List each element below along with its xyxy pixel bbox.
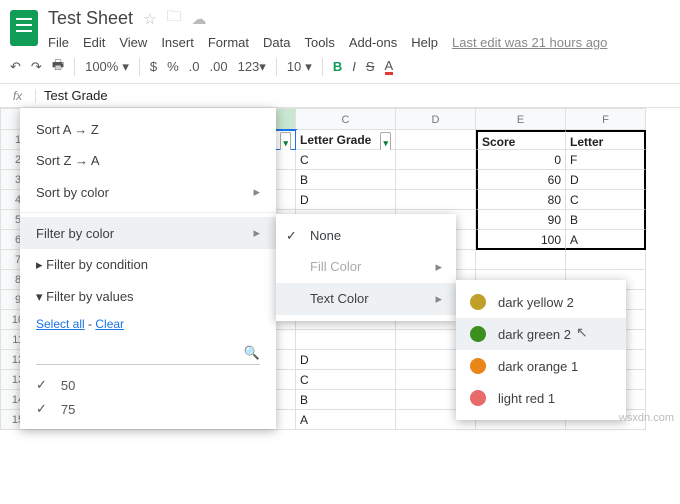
menu-tools[interactable]: Tools	[304, 35, 334, 50]
cell[interactable]: 60	[476, 170, 566, 190]
font-size-select[interactable]: 10 ▾	[287, 59, 312, 75]
cell[interactable]: 100	[476, 230, 566, 250]
color-swatch	[470, 390, 486, 406]
clear-link[interactable]: Clear	[95, 317, 124, 331]
col-F[interactable]: F	[566, 108, 646, 130]
menubar: File Edit View Insert Format Data Tools …	[48, 35, 607, 50]
format-increase-decimal[interactable]: .00	[210, 59, 228, 74]
cell[interactable]: 80	[476, 190, 566, 210]
redo-icon[interactable]: ↷	[31, 59, 42, 75]
color-option[interactable]: light red 1	[456, 382, 626, 414]
cell[interactable]: C	[296, 370, 396, 390]
cell[interactable]: Letter Grade	[296, 130, 396, 150]
text-color-list: dark yellow 2 dark green 2 dark orange 1…	[456, 280, 626, 420]
cell[interactable]: D	[296, 350, 396, 370]
cell[interactable]: 90	[476, 210, 566, 230]
cell[interactable]: D	[296, 190, 396, 210]
menu-file[interactable]: File	[48, 35, 69, 50]
filter-by-color[interactable]: Filter by color	[20, 217, 276, 249]
col-C[interactable]: C	[296, 108, 396, 130]
filter-by-values[interactable]: ▾ Filter by values	[20, 281, 276, 313]
submenu-fill-color[interactable]: Fill Color	[276, 251, 456, 283]
menu-insert[interactable]: Insert	[161, 35, 194, 50]
cell[interactable]	[396, 170, 476, 190]
cell[interactable]	[566, 250, 646, 270]
cell[interactable]: B	[566, 210, 646, 230]
zoom-select[interactable]: 100% ▾	[85, 59, 129, 75]
color-option[interactable]: dark green 2	[456, 318, 626, 350]
cell[interactable]: C	[296, 150, 396, 170]
last-edit-link[interactable]: Last edit was 21 hours ago	[452, 35, 607, 50]
cell[interactable]: Letter Grade	[566, 130, 646, 150]
cloud-icon[interactable]: ☁	[192, 10, 207, 28]
menu-help[interactable]: Help	[411, 35, 438, 50]
toolbar: ↶ ↷ 🖶 100% ▾ $ % .0 .00 123▾ 10 ▾ B I S …	[0, 50, 680, 84]
submenu-none[interactable]: None	[276, 220, 456, 251]
italic-button[interactable]: I	[352, 59, 356, 74]
watermark: wsxdn.com	[619, 412, 674, 424]
filter-menu: Sort A → Z Sort Z → A Sort by color Filt…	[20, 108, 276, 429]
menu-format[interactable]: Format	[208, 35, 249, 50]
submenu-text-color[interactable]: Text Color	[276, 283, 456, 315]
cell[interactable]: A	[296, 410, 396, 430]
sort-az[interactable]: Sort A → Z	[20, 114, 276, 145]
filter-color-submenu: None Fill Color Text Color	[276, 214, 456, 321]
filter-value-row[interactable]: ✓50	[36, 373, 260, 397]
color-swatch	[470, 294, 486, 310]
undo-icon[interactable]: ↶	[10, 59, 21, 75]
cell[interactable]	[396, 190, 476, 210]
color-swatch	[470, 358, 486, 374]
formula-bar[interactable]: Test Grade	[36, 88, 108, 103]
format-more[interactable]: 123▾	[238, 59, 266, 75]
cell[interactable]: D	[566, 170, 646, 190]
cell[interactable]: F	[566, 150, 646, 170]
cell[interactable]	[396, 150, 476, 170]
cell[interactable]: B	[296, 390, 396, 410]
cell[interactable]: C	[566, 190, 646, 210]
format-currency[interactable]: $	[150, 59, 157, 74]
search-icon: 🔍	[244, 345, 260, 361]
menu-data[interactable]: Data	[263, 35, 290, 50]
cell[interactable]	[296, 330, 396, 350]
format-percent[interactable]: %	[167, 59, 179, 74]
color-option[interactable]: dark orange 1	[456, 350, 626, 382]
cell[interactable]: 0	[476, 150, 566, 170]
color-swatch	[470, 326, 486, 342]
cell[interactable]	[396, 130, 476, 150]
fx-label: fx	[0, 89, 36, 103]
select-all-link[interactable]: Select all	[36, 317, 85, 331]
move-icon[interactable]: 🗀	[167, 6, 182, 31]
strike-button[interactable]: S	[366, 59, 375, 74]
format-decrease-decimal[interactable]: .0	[189, 59, 200, 74]
cell[interactable]: Score	[476, 130, 566, 150]
menu-view[interactable]: View	[119, 35, 147, 50]
sort-za[interactable]: Sort Z → A	[20, 145, 276, 176]
color-option[interactable]: dark yellow 2	[456, 286, 626, 318]
text-color-button[interactable]: A	[385, 58, 394, 75]
cell[interactable]: A	[566, 230, 646, 250]
filter-value-row[interactable]: ✓75	[36, 397, 260, 421]
menu-edit[interactable]: Edit	[83, 35, 105, 50]
sort-by-color[interactable]: Sort by color	[20, 176, 276, 208]
bold-button[interactable]: B	[333, 59, 342, 74]
cell[interactable]	[476, 250, 566, 270]
cell[interactable]: B	[296, 170, 396, 190]
col-D[interactable]: D	[396, 108, 476, 130]
doc-title[interactable]: Test Sheet	[48, 8, 133, 29]
filter-search-input[interactable]	[36, 341, 244, 364]
filter-by-condition[interactable]: ▸ Filter by condition	[20, 249, 276, 281]
col-E[interactable]: E	[476, 108, 566, 130]
sheets-logo	[10, 10, 38, 46]
print-icon[interactable]: 🖶	[52, 56, 64, 78]
menu-addons[interactable]: Add-ons	[349, 35, 397, 50]
star-icon[interactable]: ☆	[143, 10, 156, 28]
